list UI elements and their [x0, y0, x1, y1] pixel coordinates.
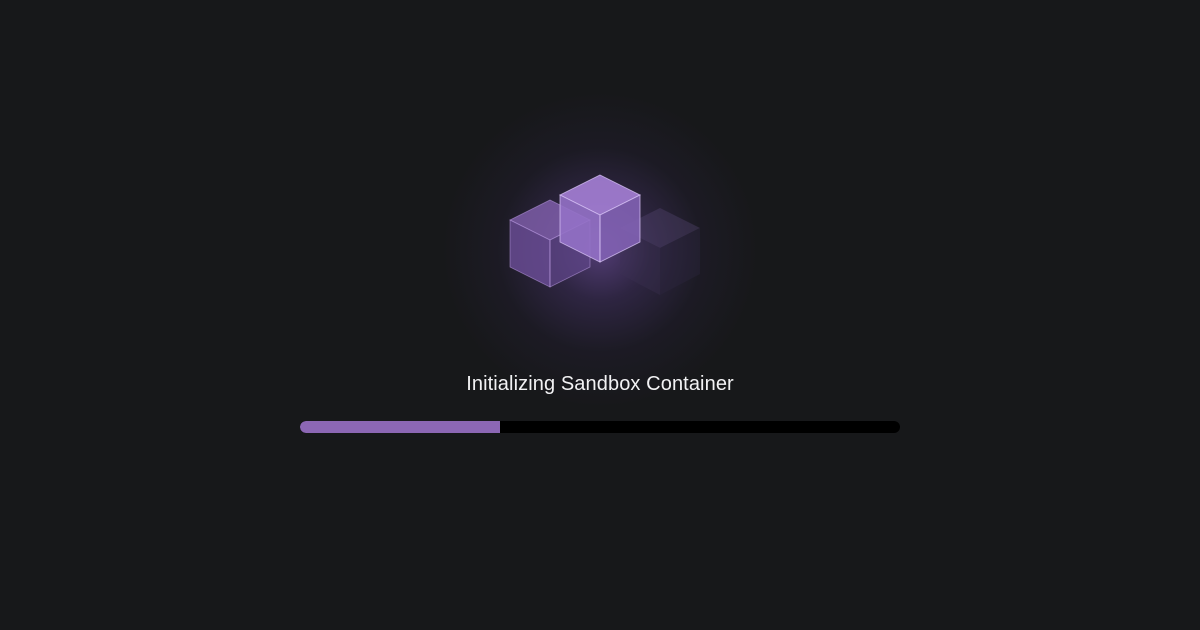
- loading-screen: Initializing Sandbox Container: [0, 0, 1200, 630]
- progress-bar: [300, 421, 900, 433]
- loading-title: Initializing Sandbox Container: [466, 373, 734, 395]
- progress-fill: [300, 421, 500, 433]
- cubes-icon: [509, 174, 700, 295]
